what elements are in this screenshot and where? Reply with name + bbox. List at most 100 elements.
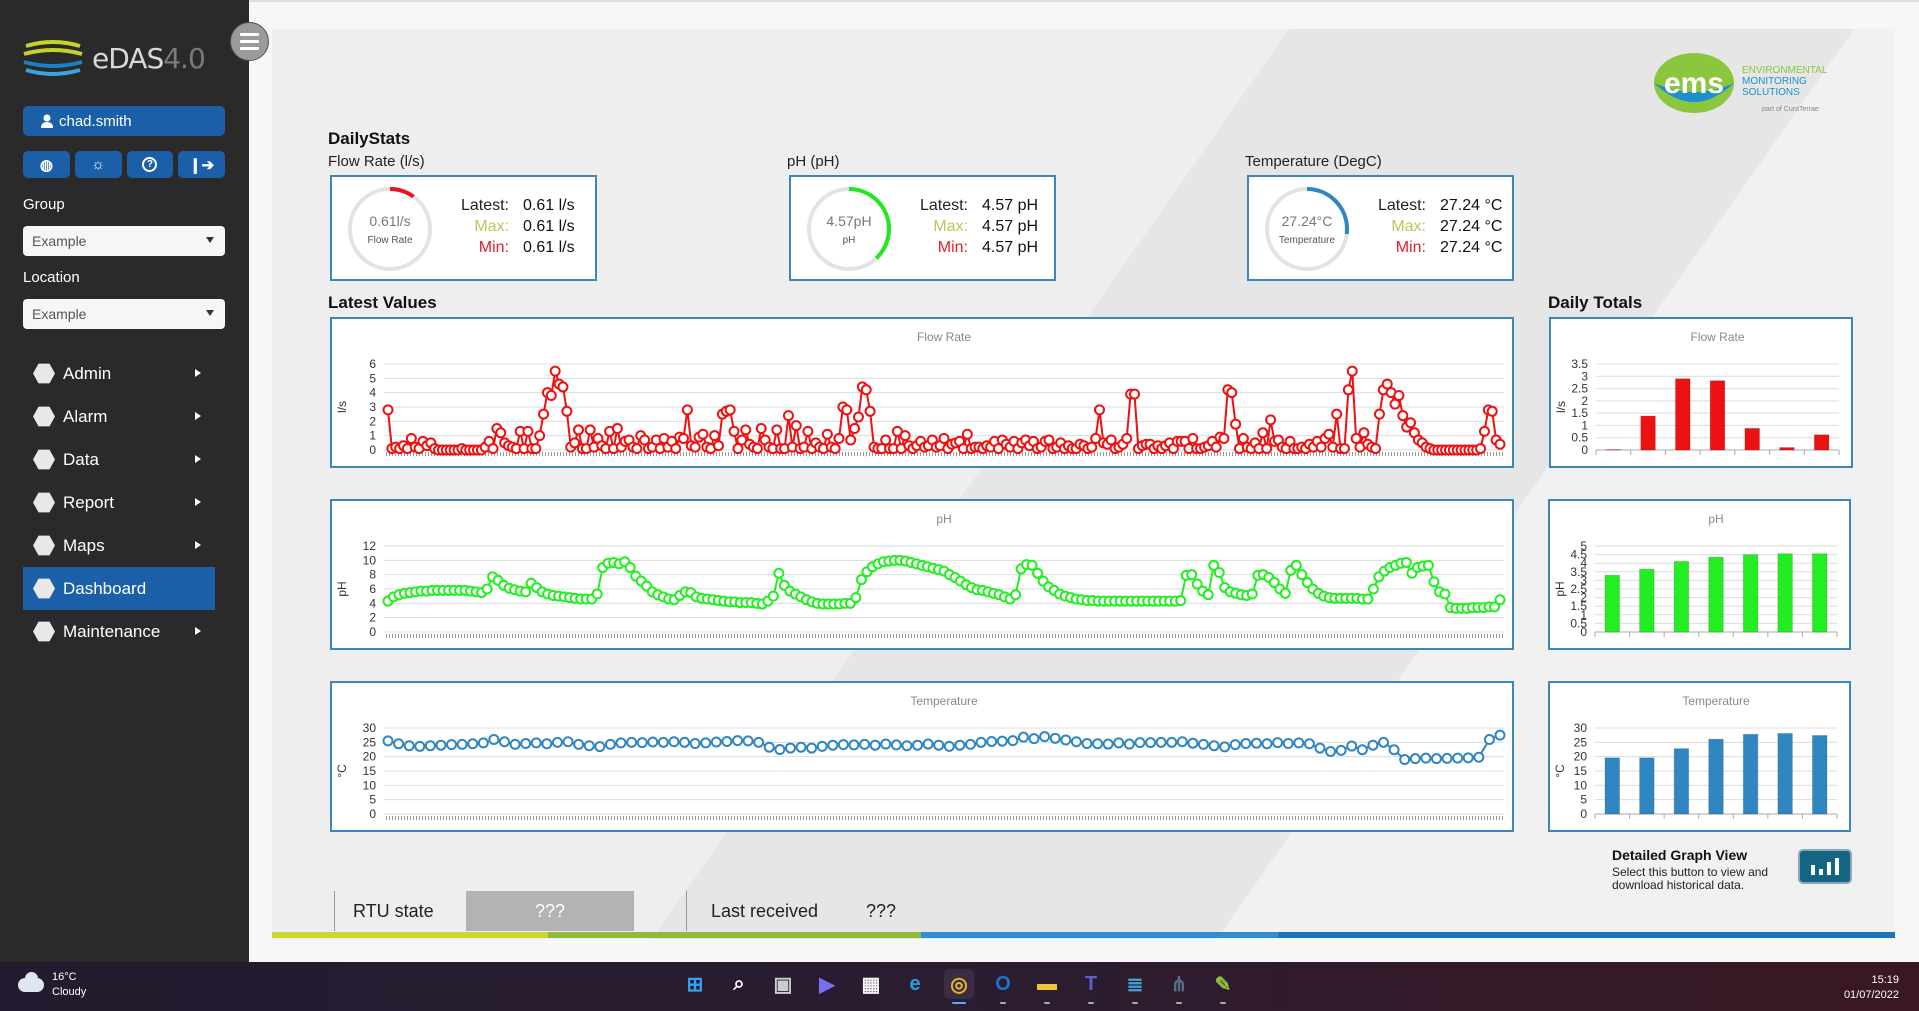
group-select-value: Example bbox=[32, 233, 87, 249]
menu-toggle-button[interactable] bbox=[230, 22, 269, 61]
data-point bbox=[841, 404, 853, 416]
sidebar-item-maintenance[interactable]: Maintenance bbox=[23, 610, 215, 653]
data-point bbox=[1378, 736, 1390, 748]
data-point bbox=[545, 390, 557, 402]
brightness-icon: ☼ bbox=[91, 156, 105, 173]
data-point bbox=[1478, 425, 1490, 437]
brightness-button[interactable]: ☼ bbox=[74, 151, 122, 178]
detailed-graph-button[interactable] bbox=[1798, 849, 1852, 884]
taskbar-app-editor-app[interactable]: ✎ bbox=[1208, 969, 1238, 1004]
daily-totals-title: Daily Totals bbox=[1548, 293, 1643, 312]
main-content: ems ENVIRONMENTAL MONITORING SOLUTIONS p… bbox=[249, 0, 1919, 962]
data-point bbox=[679, 736, 691, 748]
user-button[interactable]: chad.smith bbox=[23, 106, 225, 136]
sidebar-item-dashboard[interactable]: Dashboard bbox=[23, 567, 215, 610]
data-point bbox=[869, 739, 881, 751]
data-point bbox=[530, 443, 542, 455]
clock-date: 01/07/2022 bbox=[1843, 989, 1899, 1001]
bar bbox=[1640, 415, 1656, 451]
taskbar-app-edge[interactable]: e bbox=[900, 969, 930, 999]
stat-card: 27.24°C Temperature Latest: 27.24 °C Max:… bbox=[1247, 175, 1514, 281]
data-point bbox=[1494, 438, 1506, 450]
data-point bbox=[827, 739, 839, 751]
chart-title: Temperature bbox=[1682, 694, 1750, 708]
sidebar-item-label: Dashboard bbox=[63, 578, 147, 598]
taskbar-app-start[interactable]: ⊞ bbox=[680, 969, 710, 999]
data-point bbox=[710, 736, 722, 748]
sidebar-item-alarm[interactable]: Alarm bbox=[23, 395, 215, 438]
running-indicator bbox=[1132, 1002, 1138, 1004]
ph-daily-svg: pHpH00.511.522.533.544.55 bbox=[1553, 512, 1838, 639]
help-button[interactable]: ? bbox=[126, 151, 174, 178]
taskbar-app-teams-chat[interactable]: ▶ bbox=[812, 969, 842, 999]
data-point bbox=[1494, 594, 1506, 606]
data-point bbox=[562, 736, 574, 748]
data-point bbox=[1129, 388, 1141, 400]
weather-widget[interactable]: 16°C Cloudy bbox=[18, 970, 86, 1000]
group-select[interactable]: Example bbox=[23, 226, 225, 256]
min-label: Min: bbox=[1395, 239, 1426, 256]
data-point bbox=[1229, 739, 1241, 751]
taskbar-app-chrome[interactable]: ◎ bbox=[944, 969, 974, 1004]
logout-button[interactable]: ❙➔ bbox=[178, 151, 225, 178]
y-tick-label: 5 bbox=[1580, 793, 1587, 807]
data-point bbox=[1187, 433, 1199, 445]
outlook-icon: O bbox=[995, 972, 1011, 995]
sidebar-item-maps[interactable]: Maps bbox=[23, 524, 215, 567]
globe-button[interactable]: ◍ bbox=[23, 151, 70, 178]
data-point bbox=[890, 739, 902, 751]
detailed-graph-title: Detailed Graph View bbox=[1612, 847, 1748, 863]
bar bbox=[1777, 553, 1793, 633]
data-point bbox=[922, 738, 934, 750]
data-point bbox=[509, 738, 521, 750]
chevron-right-icon bbox=[195, 455, 201, 463]
sidebar-item-admin[interactable]: Admin bbox=[23, 352, 215, 395]
data-point bbox=[1240, 737, 1252, 749]
data-point bbox=[1261, 738, 1273, 750]
data-point bbox=[837, 739, 849, 751]
gauge-icon bbox=[33, 449, 55, 470]
data-point bbox=[1400, 556, 1412, 568]
running-indicator bbox=[1176, 1002, 1182, 1004]
taskbar-apps: ⊞ ⌕ ▣ ▶ ▦ e ◎ O ▬ T ≣ ⋔ ✎ bbox=[680, 969, 1238, 1004]
sidebar-item-data[interactable]: Data bbox=[23, 438, 215, 481]
data-point bbox=[1367, 583, 1379, 595]
taskbar-app-store[interactable]: ▦ bbox=[856, 969, 886, 999]
y-tick-label: 1 bbox=[369, 429, 376, 443]
data-point bbox=[802, 425, 814, 437]
data-point bbox=[816, 740, 828, 752]
system-clock[interactable]: 15:19 01/07/2022 bbox=[1844, 973, 1899, 1003]
max-label: Max: bbox=[933, 218, 968, 235]
temp-latest-svg: Temperature °C 051015202530 bbox=[335, 694, 1506, 821]
taskbar-app-teams[interactable]: T bbox=[1076, 969, 1106, 1004]
data-point bbox=[795, 741, 807, 753]
taskbar-app-outlook[interactable]: O bbox=[988, 969, 1018, 1004]
divider bbox=[334, 891, 335, 931]
taskbar-app-network-app[interactable]: ⋔ bbox=[1164, 969, 1194, 1004]
data-point bbox=[677, 433, 689, 445]
stat-card-label: Flow Rate (l/s) bbox=[328, 153, 425, 170]
data-point bbox=[467, 738, 479, 750]
taskbar-app-file-explorer[interactable]: ▬ bbox=[1032, 969, 1062, 1004]
data-point bbox=[530, 737, 542, 749]
taskbar-app-search[interactable]: ⌕ bbox=[724, 969, 754, 999]
data-point bbox=[1261, 443, 1273, 455]
data-point bbox=[712, 440, 724, 452]
data-point bbox=[1483, 733, 1495, 745]
sidebar-item-report[interactable]: Report bbox=[23, 481, 215, 524]
data-point bbox=[1362, 593, 1374, 605]
data-point bbox=[1338, 443, 1350, 455]
y-tick-label: 0.5 bbox=[1571, 431, 1588, 445]
data-point bbox=[670, 443, 682, 455]
data-point bbox=[1393, 390, 1405, 402]
taskbar-app-notepad[interactable]: ≣ bbox=[1120, 969, 1150, 1004]
sidebar-item-label: Admin bbox=[63, 363, 112, 383]
data-point bbox=[538, 408, 550, 420]
data-point bbox=[583, 740, 595, 752]
location-select[interactable]: Example bbox=[23, 299, 225, 329]
data-point bbox=[1145, 737, 1157, 749]
data-point bbox=[1409, 753, 1421, 765]
rtu-state-label: RTU state bbox=[353, 900, 434, 921]
data-point bbox=[1010, 589, 1022, 601]
taskbar-app-task-view[interactable]: ▣ bbox=[768, 969, 798, 999]
